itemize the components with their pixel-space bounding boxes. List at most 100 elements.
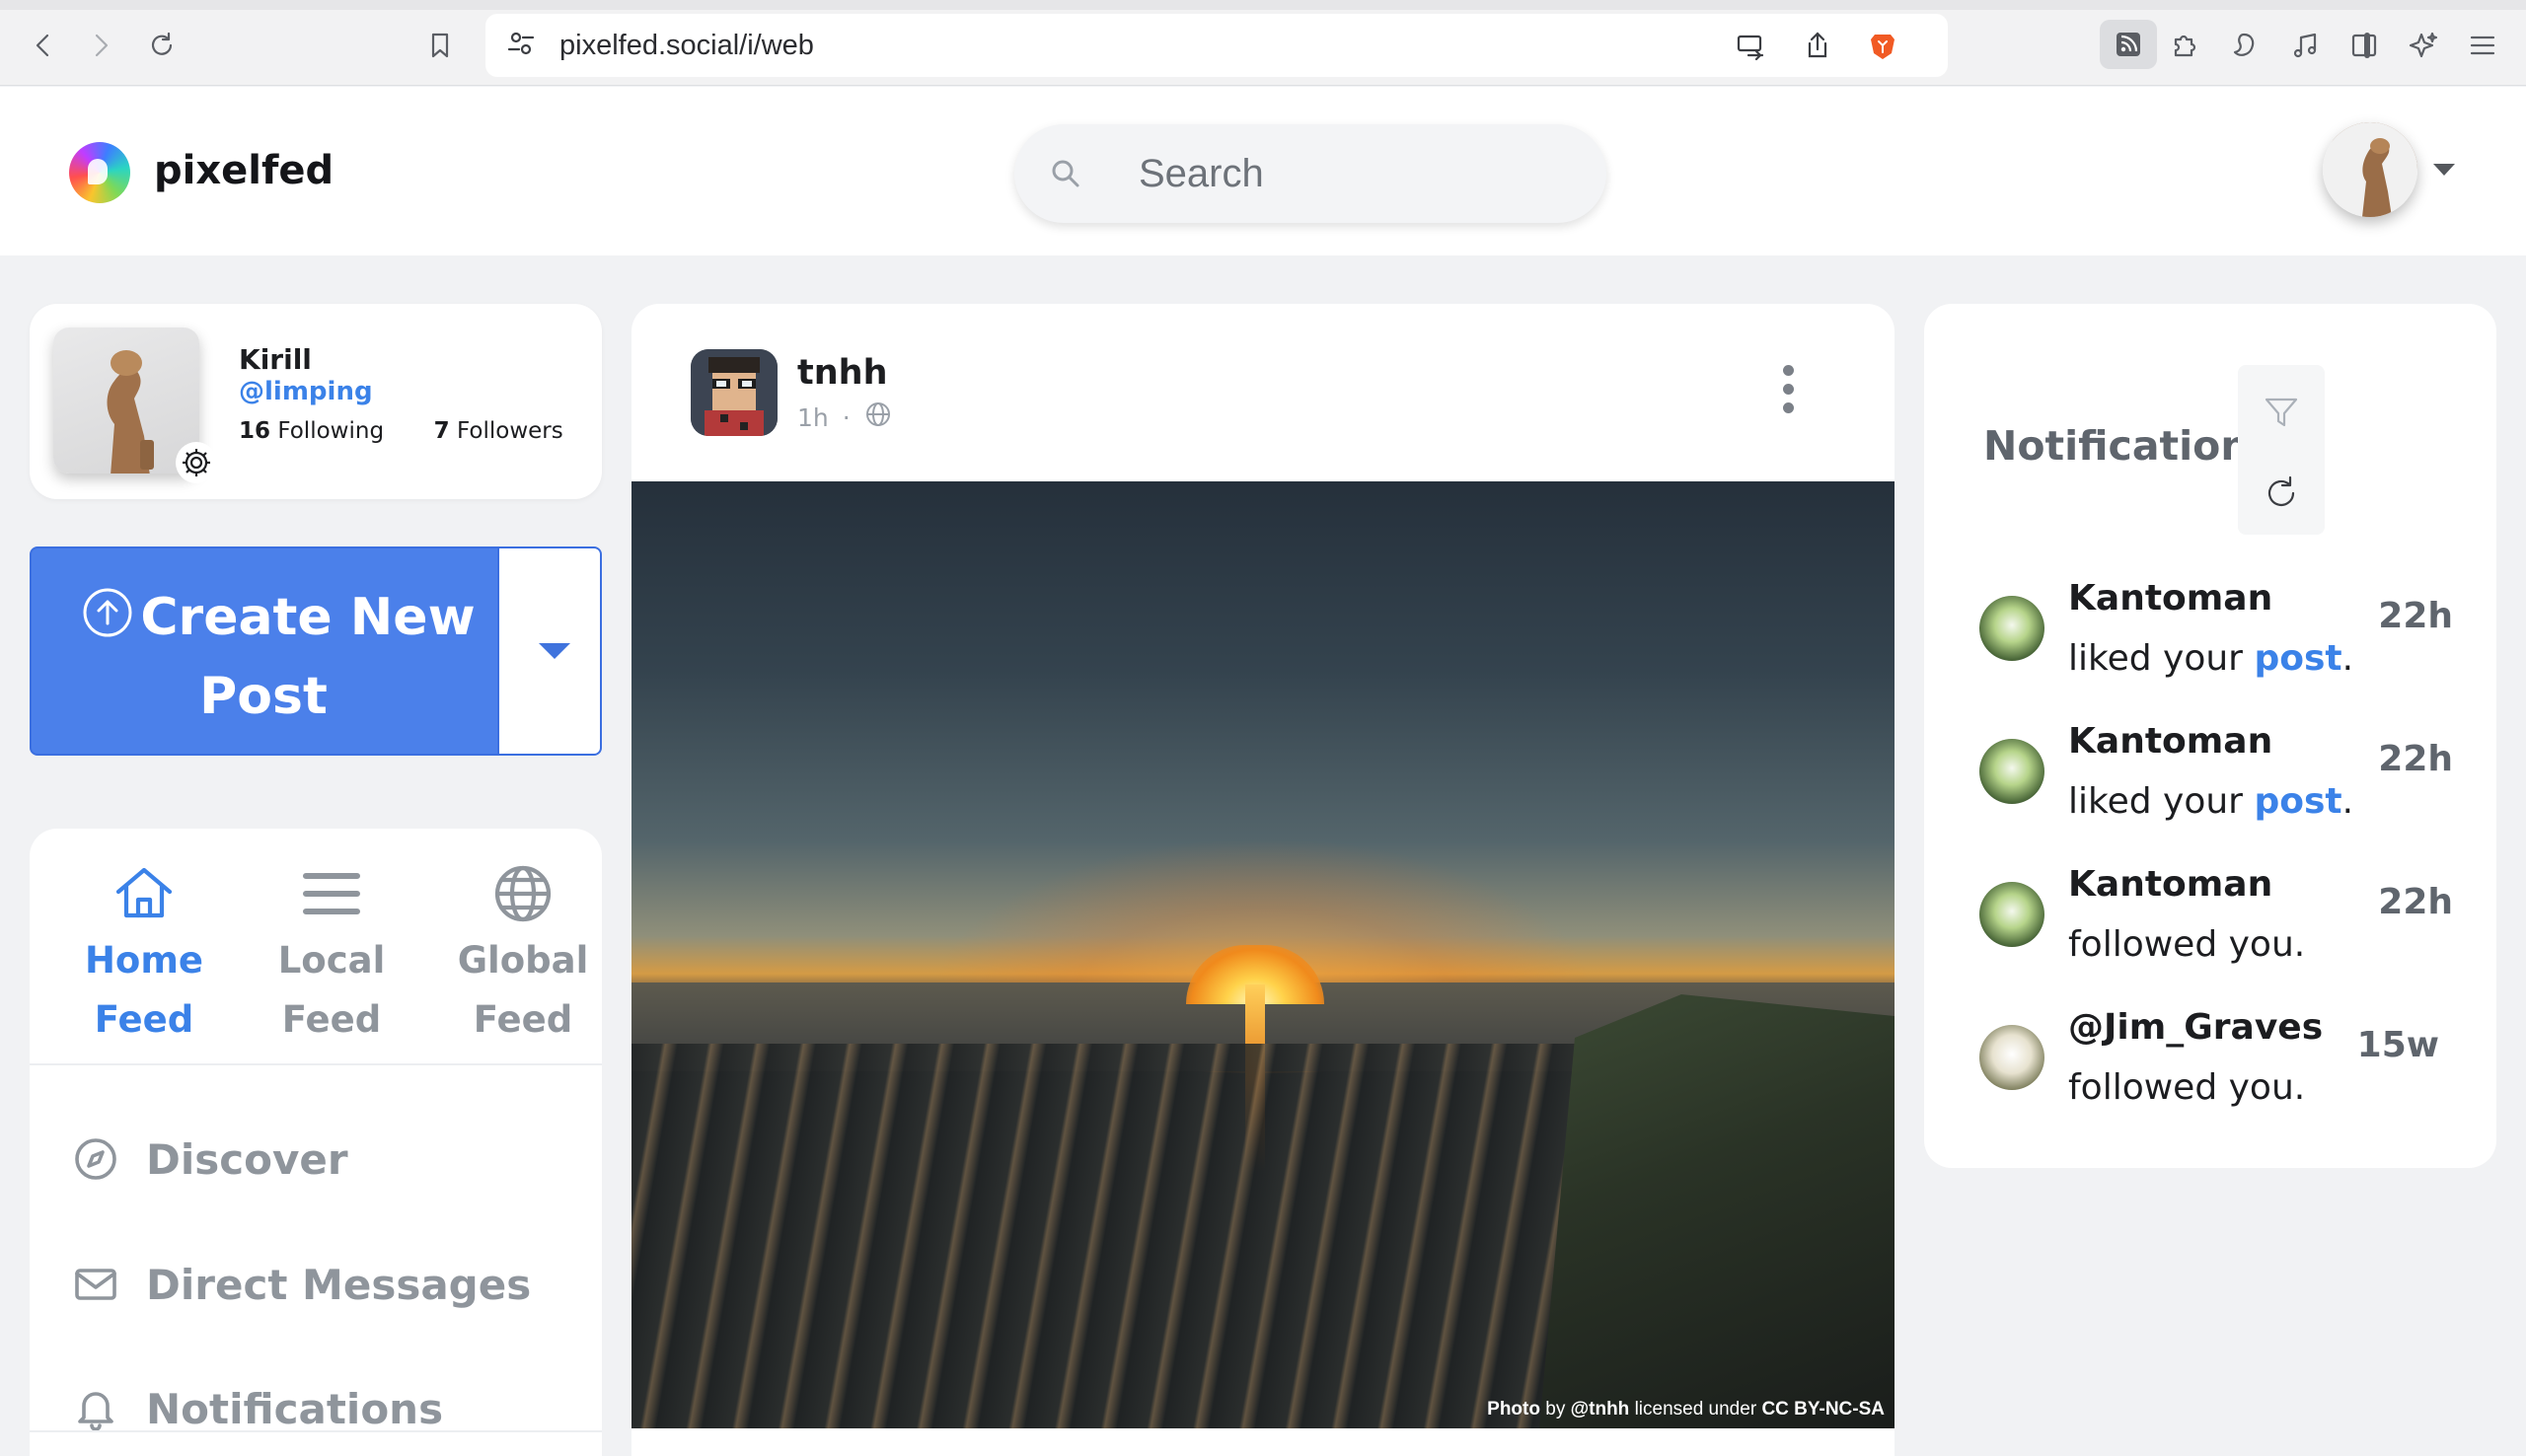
tab-label-line1: Local — [277, 939, 386, 982]
caret-down-icon — [539, 643, 570, 659]
notification-time: 15w — [2356, 1025, 2439, 1065]
notification-item[interactable]: Kantoman liked your post. 22h — [1979, 711, 2453, 834]
profile-handle[interactable]: @limping — [239, 377, 373, 406]
list-icon — [296, 858, 367, 929]
followers-link[interactable]: 7 Followers — [434, 418, 563, 444]
notification-text: Kantoman followed you. — [2068, 854, 2364, 975]
credit-user-link[interactable]: @tnhh — [1571, 1399, 1630, 1420]
post-time[interactable]: 1h — [797, 403, 829, 432]
profile-name[interactable]: Kirill — [239, 343, 312, 376]
meta-separator: · — [842, 402, 851, 432]
tab-global-feed[interactable]: Global Feed — [434, 858, 612, 1050]
tab-label: Global Feed — [434, 931, 612, 1050]
window-top-edge — [0, 0, 2526, 10]
post-author-avatar[interactable] — [691, 349, 778, 436]
following-count: 16 — [239, 418, 271, 444]
tab-label-line1: Home — [84, 939, 204, 982]
brave-shield-icon[interactable] — [1867, 30, 1898, 65]
tab-home-feed[interactable]: Home Feed — [55, 858, 233, 1050]
nav-item-discover[interactable]: Discover — [73, 1125, 348, 1194]
globe-icon — [864, 400, 892, 434]
create-new-post-button[interactable]: Create New Post — [32, 548, 497, 754]
profile-stats: 16 Following 7 Followers — [239, 418, 563, 444]
post-meta: 1h · — [797, 400, 892, 434]
tab-label: Home Feed — [55, 931, 233, 1050]
notification-actor[interactable]: @Jim_Graves — [2068, 1007, 2323, 1048]
nav-item-direct-messages[interactable]: Direct Messages — [73, 1250, 531, 1319]
notification-actor[interactable]: Kantoman — [2068, 721, 2272, 762]
notifications-title: Notifications — [1983, 422, 2273, 470]
notification-item[interactable]: Kantoman followed you. 22h — [1979, 854, 2453, 977]
navigation-card: Home Feed Local Feed Global Feed Discove… — [30, 829, 602, 1456]
sidebar-icon[interactable] — [2340, 22, 2388, 69]
nav-item-label: Direct Messages — [146, 1260, 532, 1309]
notification-avatar[interactable] — [1979, 596, 2044, 661]
notification-avatar[interactable] — [1979, 739, 2044, 804]
post-photo[interactable]: Photo by @tnhh licensed under CC BY-NC-S… — [632, 481, 1894, 1428]
envelope-icon — [73, 1262, 118, 1307]
divider — [30, 1430, 602, 1432]
credit-by: by — [1545, 1399, 1566, 1420]
share-icon[interactable] — [1802, 30, 1833, 65]
following-label: Following — [277, 418, 385, 444]
cast-icon[interactable] — [1735, 30, 1766, 65]
photo-credit: Photo by @tnhh licensed under CC BY-NC-S… — [1487, 1399, 1885, 1420]
notification-item[interactable]: @Jim_Graves followed you. 15w — [1979, 997, 2453, 1120]
notification-end: . — [2341, 781, 2354, 822]
notification-post-link[interactable]: post — [2254, 638, 2341, 679]
extensions-icon[interactable] — [2161, 22, 2208, 69]
notifications-card: Notifications Kantoman liked your post. … — [1924, 304, 2496, 1168]
back-icon[interactable] — [20, 22, 67, 69]
search-box[interactable] — [1014, 124, 1606, 223]
create-post-dropdown[interactable] — [497, 548, 600, 754]
rss-icon[interactable] — [2100, 20, 2157, 69]
leo-icon[interactable] — [2220, 22, 2267, 69]
notification-avatar[interactable] — [1979, 1025, 2044, 1090]
credit-prefix: Photo — [1487, 1399, 1540, 1420]
tab-local-feed[interactable]: Local Feed — [243, 858, 420, 1050]
menu-icon[interactable] — [2459, 22, 2506, 69]
brand-name[interactable]: pixelfed — [154, 148, 334, 193]
bookmark-icon[interactable] — [416, 22, 464, 69]
refresh-icon[interactable] — [2254, 466, 2309, 521]
ai-icon[interactable] — [2400, 22, 2447, 69]
notification-action-cont: followed you. — [2068, 1067, 2306, 1108]
pixelfed-logo[interactable] — [69, 142, 130, 203]
bell-icon — [73, 1386, 118, 1431]
credit-license-link[interactable]: CC BY-NC-SA — [1761, 1399, 1885, 1420]
create-post-group: Create New Post — [30, 546, 602, 756]
nav-item-label: Discover — [146, 1134, 348, 1184]
user-avatar-menu[interactable] — [2323, 122, 2417, 217]
gear-icon[interactable] — [176, 442, 217, 483]
search-input[interactable] — [1139, 146, 1573, 201]
notification-post-link[interactable]: post — [2254, 781, 2341, 822]
cliff — [1539, 994, 1894, 1428]
notification-time: 22h — [2378, 739, 2453, 779]
notification-actor[interactable]: Kantoman — [2068, 864, 2272, 905]
following-link[interactable]: 16 Following — [239, 418, 384, 444]
notification-actor[interactable]: Kantoman — [2068, 578, 2272, 619]
search-icon — [1050, 158, 1081, 193]
media-icon[interactable] — [2281, 22, 2329, 69]
tab-label-line1: Global — [457, 939, 589, 982]
reload-icon[interactable] — [138, 22, 186, 69]
url-text[interactable]: pixelfed.social/i/web — [559, 30, 814, 62]
post-options-icon[interactable] — [1776, 365, 1800, 424]
notification-action-cont: followed you. — [2068, 924, 2306, 965]
notification-text: Kantoman liked your post. — [2068, 568, 2364, 689]
compass-icon — [73, 1136, 118, 1182]
chevron-down-icon[interactable] — [2433, 164, 2455, 176]
nav-item-notifications[interactable]: Notifications — [73, 1374, 443, 1443]
credit-mid: licensed under — [1634, 1399, 1757, 1420]
site-settings-icon[interactable] — [505, 28, 537, 63]
notification-text: @Jim_Graves followed you. — [2068, 997, 2364, 1118]
notification-action-cont: your — [2163, 781, 2243, 822]
address-bar[interactable]: pixelfed.social/i/web — [485, 14, 1948, 77]
notification-time: 22h — [2378, 882, 2453, 922]
notification-avatar[interactable] — [1979, 882, 2044, 947]
notification-item[interactable]: Kantoman liked your post. 22h — [1979, 568, 2453, 691]
forward-icon[interactable] — [77, 22, 124, 69]
filter-icon[interactable] — [2254, 385, 2309, 440]
post-author-name[interactable]: tnhh — [797, 353, 887, 393]
notification-end: . — [2341, 638, 2354, 679]
